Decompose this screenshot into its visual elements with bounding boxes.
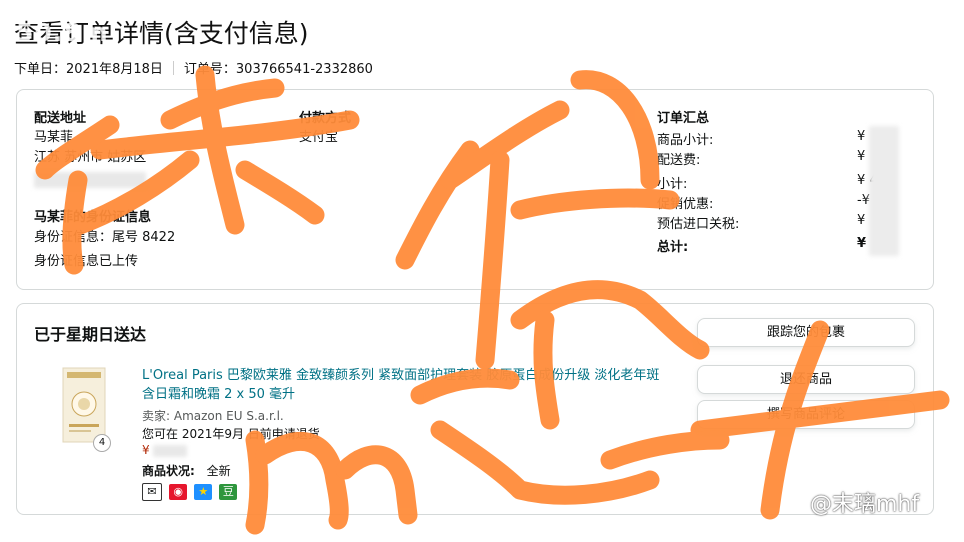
condition-line: 商品状况: 全新: [142, 462, 231, 479]
condition-value: 全新: [206, 464, 231, 478]
shipping-heading: 配送地址: [34, 111, 87, 126]
price-symbol: ¥: [142, 443, 150, 457]
mail-icon[interactable]: ✉: [142, 483, 162, 501]
summary-label: 小计:: [657, 177, 688, 192]
summary-label: 商品小计:: [657, 133, 714, 148]
weibo-icon[interactable]: ◉: [169, 484, 188, 500]
delivery-heading: 已于星期日送达: [34, 325, 147, 344]
summary-label: 预估进口关税:: [657, 217, 740, 232]
summary-heading: 订单汇总: [657, 111, 710, 126]
item-price: ¥: [142, 443, 188, 457]
meta-divider: [172, 60, 174, 75]
return-item-button[interactable]: 退还商品: [697, 365, 915, 394]
write-review-button[interactable]: 撰写商品评论: [697, 400, 915, 429]
summary-value: ¥: [857, 149, 866, 164]
shipping-name: 马某菲: [34, 130, 74, 145]
payment-method: 支付宝: [299, 130, 339, 145]
id-line: 身份证信息：尾号 8422: [34, 230, 176, 245]
return-note: 您可在 2021年9月 日前申请退货: [142, 427, 320, 441]
summary-value: ¥: [857, 129, 866, 144]
summary-label: 配送费:: [657, 153, 701, 168]
share-icons: ✉ ◉ ★ 豆: [142, 483, 240, 501]
summary-values-redacted: [869, 126, 899, 256]
condition-label: 商品状况:: [142, 464, 195, 478]
product-image[interactable]: 4: [59, 366, 111, 452]
summary-value: ¥: [857, 236, 867, 251]
order-number: 订单号：303766541-2332860: [183, 62, 373, 77]
shipment-card: 已于星期日送达 4 L'Oreal Paris 巴黎欧莱雅 金致臻颜系列 紧致面…: [16, 303, 934, 515]
id-heading: 马某菲的身份证信息: [34, 210, 152, 225]
summary-label: 总计:: [657, 240, 689, 255]
watermark-text: @末璃mhf: [810, 492, 920, 517]
id-status: 身份证信息已上传: [34, 254, 139, 269]
product-title-link[interactable]: L'Oreal Paris 巴黎欧莱雅 金致臻颜系列 紧致面部护理套装 胶原蛋白…: [142, 366, 672, 404]
order-meta: 下单日：2021年8月18日 订单号：303766541-2332860: [14, 58, 373, 77]
track-package-button[interactable]: 跟踪您的包裹: [697, 318, 915, 347]
summary-label: 促销优惠:: [657, 197, 714, 212]
douban-icon[interactable]: 豆: [219, 484, 238, 500]
shipping-address-redacted: [34, 172, 146, 188]
product-box-icon: [62, 367, 106, 443]
order-info-card: 配送地址 马某菲 江苏 苏州市 姑苏区 马某菲的身份证信息 身份证信息：尾号 8…: [16, 89, 934, 290]
summary-value: ¥: [857, 213, 866, 228]
shipping-region: 江苏 苏州市 姑苏区: [34, 150, 147, 165]
order-date: 下单日：2021年8月18日: [14, 62, 163, 77]
quantity-badge: 4: [93, 434, 111, 452]
payment-heading: 付款方式: [299, 111, 352, 126]
ghost-overlay-text: 50.8m: [16, 18, 109, 47]
seller-text: 卖家: Amazon EU S.a.r.l.: [142, 409, 284, 423]
qzone-icon[interactable]: ★: [194, 484, 213, 500]
